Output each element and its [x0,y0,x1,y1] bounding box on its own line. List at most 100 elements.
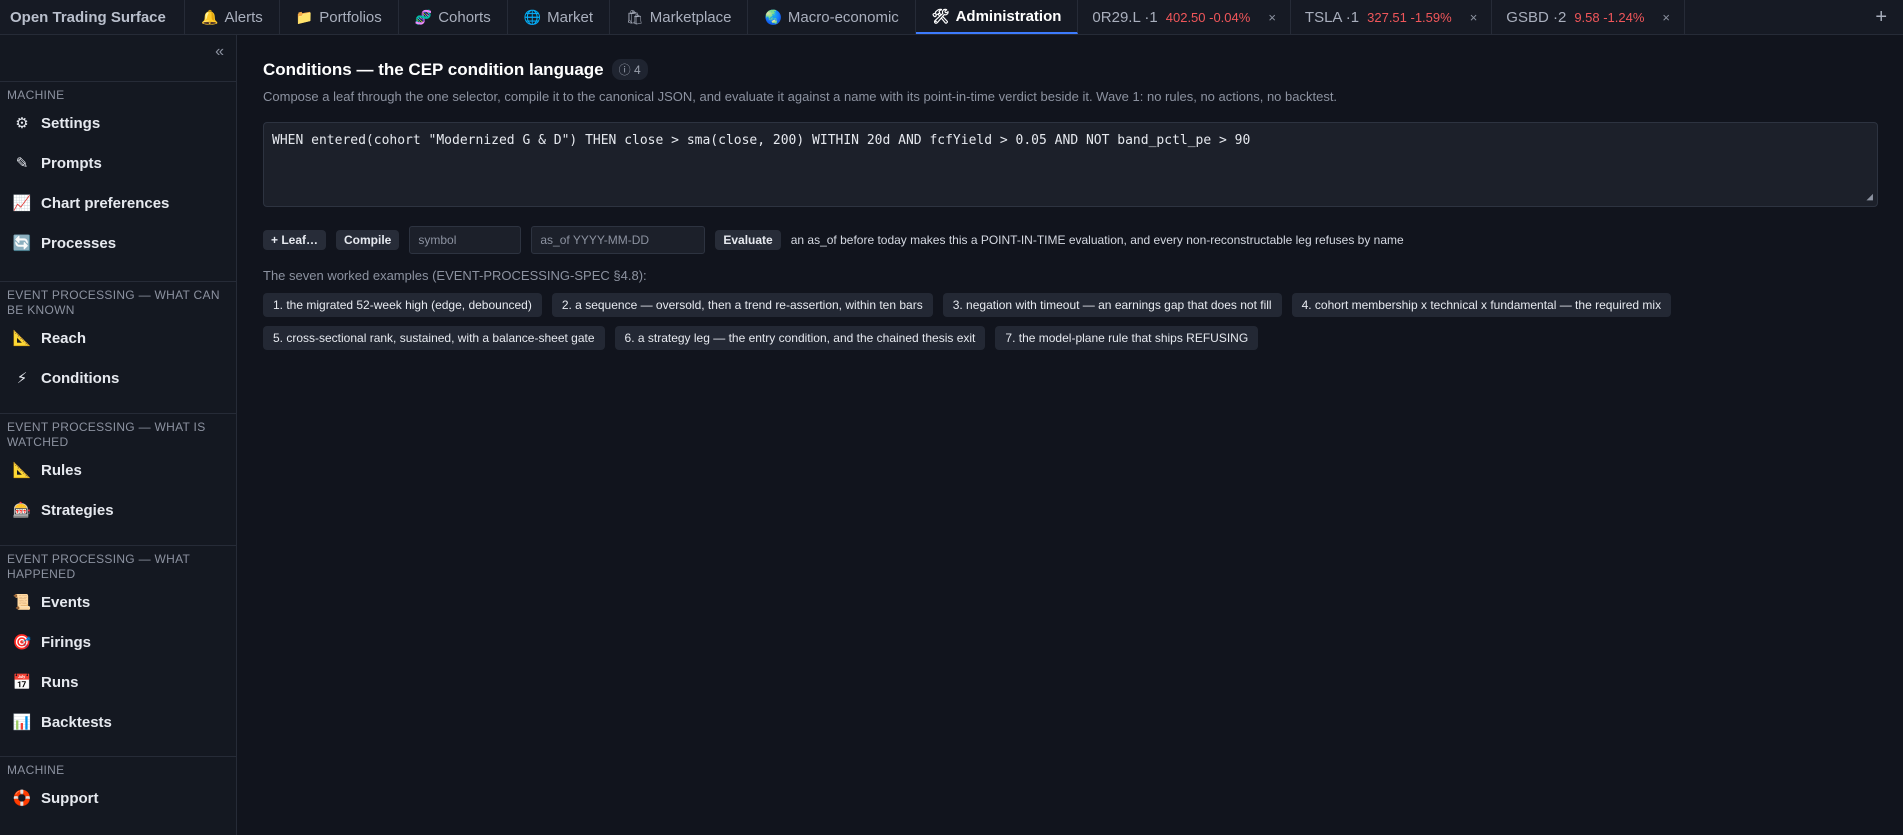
sidebar-item-label: Support [41,789,99,807]
sidebar-item-label: Reach [41,329,87,347]
sidebar-section-machine-2: MACHINE 🛟 Support [0,756,237,818]
ticker-tab-gsbd[interactable]: GSBD ·2 9.58 -1.24% × [1492,0,1686,34]
tab-macro-economic[interactable]: 🌏 Macro-economic [748,0,916,34]
sidebar-item-label: Firings [41,633,92,651]
sidebar-item-label: Chart preferences [41,194,170,212]
add-leaf-button[interactable]: + Leaf… [263,230,327,250]
example-chip[interactable]: 4. cohort membership x technical x funda… [1291,293,1672,317]
sidebar-item-label: Events [41,593,91,611]
sidebar: « MACHINE ⚙ Settings ✎ Prompts 📈 Chart p… [0,35,237,835]
resize-handle-icon[interactable]: ◢ [1866,190,1873,203]
pencil-icon: ✎ [15,155,29,172]
example-chip[interactable]: 7. the model-plane rule that ships REFUS… [995,326,1259,350]
chart-up-icon: 📈 [12,195,32,212]
triangle-ruler-icon: 📐 [12,330,32,347]
example-chip[interactable]: 6. a strategy leg — the entry condition,… [614,326,986,350]
sidebar-section-title: EVENT PROCESSING — WHAT IS WATCHED [7,420,206,449]
sidebar-item-label: Processes [41,234,117,252]
info-count-badge[interactable]: ⓘ 4 [611,59,648,80]
tab-marketplace[interactable]: 🛍 Marketplace [610,0,749,34]
compile-button[interactable]: Compile [336,230,400,250]
sidebar-item-processes[interactable]: 🔄 Processes [0,223,237,263]
tab-cohorts[interactable]: 🧬 Cohorts [399,0,508,34]
tab-market[interactable]: 🌐 Market [508,0,610,34]
sidebar-item-rules[interactable]: 📐 Rules [0,450,237,490]
example-chip[interactable]: 3. negation with timeout — an earnings g… [942,293,1282,317]
example-chip[interactable]: 1. the migrated 52-week high (edge, debo… [263,293,542,317]
as-of-input-placeholder: as_of YYYY-MM-DD [540,233,650,247]
ticker-tab-tsla[interactable]: TSLA ·1 327.51 -1.59% × [1291,0,1493,34]
sidebar-section-what-can-be-known: EVENT PROCESSING — WHAT CAN BE KNOWN 📐 R… [0,281,237,398]
sidebar-item-support[interactable]: 🛟 Support [0,778,237,818]
examples-list: 1. the migrated 52-week high (edge, debo… [263,293,1863,350]
tab-label: Alerts [224,8,263,26]
lightning-icon: ⚡ [16,370,28,387]
tab-portfolios[interactable]: 📁 Portfolios [280,0,399,34]
sidebar-item-backtests[interactable]: 📊 Backtests [0,702,237,742]
sidebar-item-conditions[interactable]: ⚡ Conditions [0,358,237,398]
tab-label: Marketplace [649,8,732,26]
ticker-symbol: TSLA ·1 [1304,8,1360,26]
ticker-tab-0r29[interactable]: 0R29.L ·1 402.50 -0.04% × [1078,0,1291,34]
sidebar-item-label: Runs [41,673,79,691]
tools-icon: 🛠 [931,7,950,24]
sidebar-item-events[interactable]: 📜 Events [0,582,237,622]
controls-row: + Leaf… Compile symbol as_of YYYY-MM-DD … [263,226,1404,254]
scroll-icon: 📜 [12,594,32,611]
sidebar-section-title: EVENT PROCESSING — WHAT CAN BE KNOWN [7,288,220,317]
bell-icon: 🔔 [201,8,219,25]
ticker-quote: 9.58 -1.24% [1574,9,1645,25]
sidebar-item-runs[interactable]: 📅 Runs [0,662,237,702]
close-icon[interactable]: × [1268,10,1276,25]
sidebar-item-label: Backtests [41,713,112,731]
ticker-symbol: 0R29.L ·1 [1092,8,1158,26]
sidebar-item-prompts[interactable]: ✎ Prompts [0,143,237,183]
evaluate-button[interactable]: Evaluate [715,230,781,250]
sidebar-item-label: Prompts [41,154,102,172]
tab-administration[interactable]: 🛠 Administration [915,0,1079,34]
app-title: Open Trading Surface [0,0,185,34]
symbol-input[interactable]: symbol [409,226,522,254]
as-of-date-input[interactable]: as_of YYYY-MM-DD [531,226,706,254]
example-chip[interactable]: 5. cross-sectional rank, sustained, with… [263,326,605,350]
sidebar-section-what-happened: EVENT PROCESSING — WHAT HAPPENED 📜 Event… [0,545,237,742]
refresh-icon: 🔄 [12,235,32,252]
ticker-symbol: GSBD ·2 [1506,8,1567,26]
tab-alerts[interactable]: 🔔 Alerts [185,0,280,34]
close-icon[interactable]: × [1470,10,1478,25]
target-icon: 🎯 [12,634,32,651]
page-description: Compose a leaf through the one selector,… [263,89,1338,104]
ticker-quote: 327.51 -1.59% [1367,9,1452,25]
sidebar-item-label: Conditions [41,369,120,387]
sidebar-item-chart-preferences[interactable]: 📈 Chart preferences [0,183,237,223]
slot-machine-icon: 🎰 [12,502,32,519]
gear-icon: ⚙ [15,115,29,132]
tab-label: Administration [955,7,1062,25]
globe-icon: 🌐 [523,8,542,25]
sidebar-section-what-is-watched: EVENT PROCESSING — WHAT IS WATCHED 📐 Rul… [0,413,237,530]
sidebar-section-title: EVENT PROCESSING — WHAT HAPPENED [7,552,190,581]
shopping-bag-icon: 🛍 [626,8,644,25]
main-content: Conditions — the CEP condition language … [238,35,1903,835]
lifebuoy-icon: 🛟 [12,790,32,807]
sidebar-item-firings[interactable]: 🎯 Firings [0,622,237,662]
bar-chart-icon: 📊 [12,714,32,731]
triangle-ruler-icon: 📐 [12,462,32,479]
sidebar-section-title: MACHINE [7,763,65,777]
add-tab-button[interactable]: + [1875,0,1887,34]
ticker-quote: 402.50 -0.04% [1165,9,1251,25]
sidebar-section-title: MACHINE [7,88,65,102]
sidebar-section-machine: MACHINE ⚙ Settings ✎ Prompts 📈 Chart pre… [0,81,237,263]
tab-label: Portfolios [319,8,382,26]
folder-icon: 📁 [295,8,314,25]
collapse-sidebar-button[interactable]: « [215,43,224,61]
sidebar-item-reach[interactable]: 📐 Reach [0,318,237,358]
condition-editor[interactable]: WHEN entered(cohort "Modernized G & D") … [263,122,1878,207]
examples-label: The seven worked examples (EVENT-PROCESS… [263,268,647,283]
tab-label: Market [547,8,593,26]
sidebar-item-strategies[interactable]: 🎰 Strategies [0,490,237,530]
close-icon[interactable]: × [1662,10,1670,25]
sidebar-item-label: Strategies [41,501,114,519]
example-chip[interactable]: 2. a sequence — oversold, then a trend r… [551,293,933,317]
sidebar-item-settings[interactable]: ⚙ Settings [0,103,237,143]
